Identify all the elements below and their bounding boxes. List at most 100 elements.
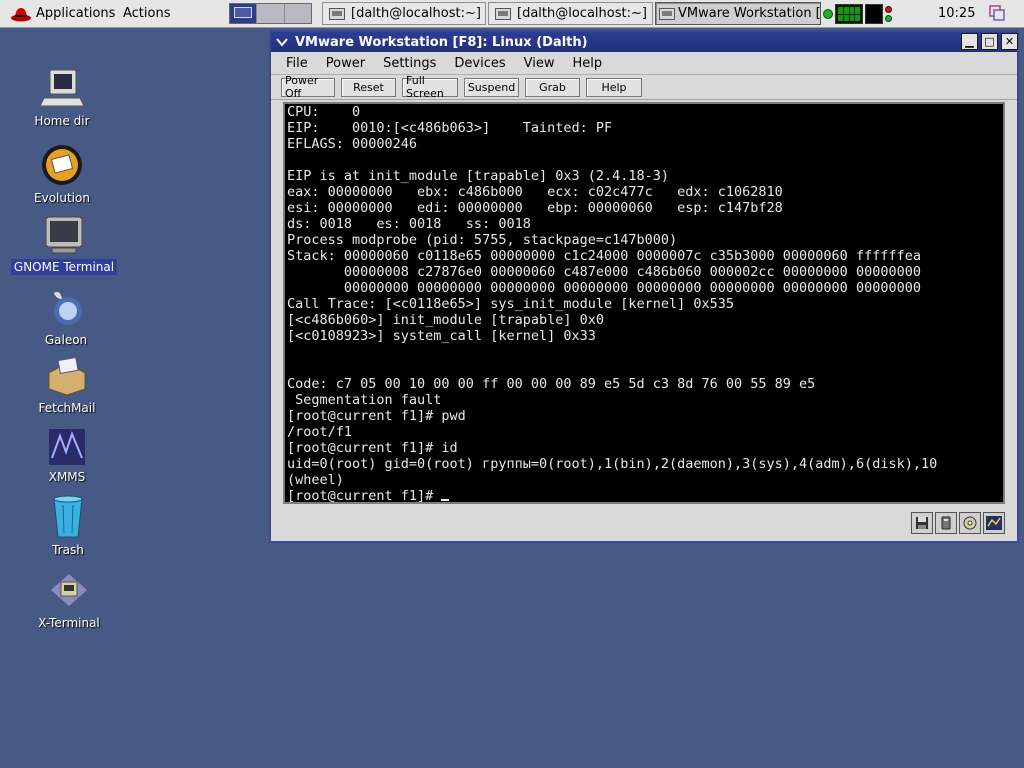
windows-list-icon[interactable] <box>988 4 1006 22</box>
vm-console-screen[interactable]: CPU: 0 EIP: 0010:[<c486b063>] Tainted: P… <box>283 102 1005 504</box>
network-icon[interactable] <box>983 512 1005 534</box>
taskbar-terminal-1[interactable]: [dalth@localhost:~] <box>322 2 486 25</box>
status-leds <box>885 6 892 22</box>
console-line: esi: 00000000 edi: 00000000 ebp: 0000006… <box>287 200 783 216</box>
grab-button[interactable]: Grab <box>525 77 580 97</box>
evolution-icon <box>42 145 82 185</box>
workspace-1[interactable] <box>230 4 258 23</box>
console-line: 00000008 c27876e0 00000060 c487e000 c486… <box>343 264 921 280</box>
desktop-icon-gnome-terminal[interactable]: GNOME Terminal <box>9 216 119 275</box>
close-button[interactable]: ✕ <box>1001 33 1018 50</box>
x-terminal-icon <box>51 574 87 606</box>
console-line: [<c486b060>] init_module [trapable] 0x0 <box>287 312 604 328</box>
console-output: CPU: 0 EIP: 0010:[<c486b063>] Tainted: P… <box>285 104 1003 504</box>
desktop-icon-label: Galeon <box>44 333 88 347</box>
top-panel: Applications Actions [dalth@localhost:~]… <box>0 0 1024 28</box>
xmms-icon <box>49 429 85 465</box>
red-led-icon <box>885 6 892 13</box>
taskbar-vmware[interactable]: VMware Workstation [F8] <box>655 2 821 25</box>
desktop-icon-galeon[interactable]: Galeon <box>11 287 121 348</box>
maximize-button[interactable]: □ <box>981 33 998 50</box>
mail-package-icon <box>48 357 86 396</box>
menu-view[interactable]: View <box>515 56 564 71</box>
system-tray <box>823 3 892 25</box>
text-cursor <box>441 499 450 501</box>
galeon-icon <box>54 291 82 325</box>
desktop-icon-fetchmail[interactable]: FetchMail <box>12 357 122 416</box>
terminal-icon <box>495 7 511 20</box>
console-line: EIP is at init_module [trapable] 0x3 (2.… <box>287 168 670 184</box>
console-line: ds: 0018 es: 0018 ss: 0018 <box>287 216 531 232</box>
disk-icon[interactable] <box>935 512 957 534</box>
device-status-icons <box>911 512 1005 534</box>
applications-menu[interactable]: Applications <box>36 6 115 21</box>
computer-icon <box>40 69 84 107</box>
window-titlebar[interactable]: VMware Workstation [F8]: Linux (Dalth) ▁… <box>271 32 1018 52</box>
console-line: Stack: 00000060 c0118e65 00000000 c1c240… <box>287 248 921 264</box>
console-line: Segmentation fault <box>295 392 442 408</box>
power-off-button[interactable]: Power Off <box>281 74 335 100</box>
console-line: [root@current f1]# pwd <box>287 408 466 424</box>
clock[interactable]: 10:25 <box>938 6 975 21</box>
console-line: eax: 00000000 ebx: c486b000 ecx: c02c477… <box>287 184 783 200</box>
floppy-icon[interactable] <box>911 512 933 534</box>
full-screen-button[interactable]: Full Screen <box>402 74 458 100</box>
task-label: [dalth@localhost:~] <box>517 6 647 21</box>
reset-button[interactable]: Reset <box>341 77 396 97</box>
console-line: (wheel) <box>287 472 344 488</box>
console-prompt: [root@current f1]# <box>287 488 442 504</box>
workspace-3[interactable] <box>284 4 311 23</box>
help-button[interactable]: Help <box>586 77 642 97</box>
window-toolbar: Power Off Reset Full Screen Suspend Grab… <box>271 74 1017 100</box>
minimize-button[interactable]: ▁ <box>961 33 978 50</box>
cpu-monitor-icon[interactable] <box>835 4 863 24</box>
desktop-icon-x-terminal[interactable]: X-Terminal <box>14 570 124 631</box>
suspend-button[interactable]: Suspend <box>464 77 519 97</box>
desktop-icon-evolution[interactable]: Evolution <box>7 143 117 206</box>
network-led-icon <box>823 9 833 19</box>
window-menu-chevron-icon[interactable] <box>275 35 289 49</box>
console-line: [<c0108923>] system_call [kernel] 0x33 <box>287 328 596 344</box>
workspace-pager <box>229 3 312 24</box>
workspace-2[interactable] <box>257 4 285 23</box>
task-label: [dalth@localhost:~] <box>351 6 481 21</box>
menu-file[interactable]: File <box>277 56 317 71</box>
console-line: Call Trace: [<c0118e65>] sys_init_module… <box>287 296 735 312</box>
desktop-icon-label: FetchMail <box>38 401 96 415</box>
console-line: EFLAGS: 00000246 <box>287 136 418 152</box>
desktop-icon-label: GNOME Terminal <box>10 259 118 275</box>
vmware-icon <box>659 7 675 20</box>
actions-menu[interactable]: Actions <box>123 6 171 21</box>
window-title: VMware Workstation [F8]: Linux (Dalth) <box>295 34 588 50</box>
desktop-icon-label: XMMS <box>48 470 86 484</box>
menu-power[interactable]: Power <box>317 56 374 71</box>
console-line: Process modprobe (pid: 5755, stackpage=c… <box>287 232 678 248</box>
console-line: Code: c7 05 00 10 00 00 ff 00 00 00 89 e… <box>287 376 816 392</box>
menu-settings[interactable]: Settings <box>374 56 445 71</box>
desktop-icon-xmms[interactable]: XMMS <box>12 428 122 485</box>
cdrom-icon[interactable] <box>959 512 981 534</box>
window-menubar: File Power Settings Devices View Help <box>271 52 1017 75</box>
task-label: VMware Workstation [F8] <box>678 6 821 21</box>
desktop-icon-label: Trash <box>52 543 84 557</box>
redhat-icon[interactable] <box>10 5 32 23</box>
desktop-icon-home-dir[interactable]: Home dir <box>7 68 117 129</box>
desktop-icon-label: Home dir <box>34 114 90 128</box>
console-line: EIP: 0010:[<c486b063>] Tainted: PF <box>287 120 613 136</box>
console-line: uid=0(root) gid=0(root) группы=0(root),1… <box>287 456 938 472</box>
menu-devices[interactable]: Devices <box>445 56 514 71</box>
green-led-icon <box>885 15 892 22</box>
console-line: CPU: 0 <box>287 104 361 120</box>
terminal-icon <box>45 216 83 254</box>
console-line: [root@current f1]# id <box>287 440 458 456</box>
terminal-icon <box>329 7 345 20</box>
desktop-icon-trash[interactable]: Trash <box>13 495 123 558</box>
trash-icon <box>53 495 83 538</box>
desktop-icon-label: Evolution <box>34 191 90 205</box>
vmware-window: VMware Workstation [F8]: Linux (Dalth) ▁… <box>269 30 1019 543</box>
desktop-icon-label: X-Terminal <box>38 616 100 630</box>
console-line: 00000000 00000000 00000000 00000000 0000… <box>343 280 921 296</box>
taskbar-terminal-2[interactable]: [dalth@localhost:~] <box>488 2 653 25</box>
menu-help[interactable]: Help <box>564 56 612 71</box>
load-monitor-icon[interactable] <box>865 4 883 24</box>
